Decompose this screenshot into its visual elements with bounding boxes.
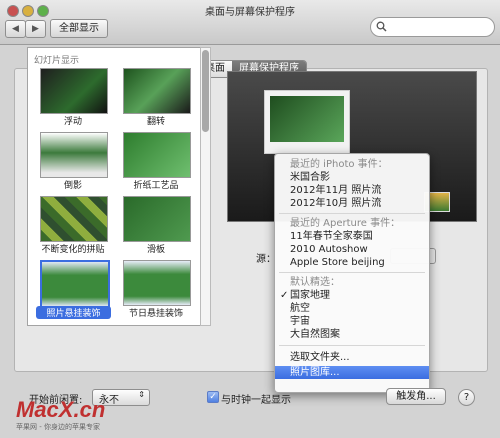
- show-clock-label[interactable]: 与时钟一起显示: [221, 391, 291, 406]
- menu-item-photo-library[interactable]: 照片图库...: [275, 366, 429, 379]
- watermark-tagline: 苹果网 - 你身边的苹果专家: [16, 423, 100, 431]
- popup-arrows-icon: ⇕: [138, 390, 145, 399]
- menu-item[interactable]: 航空: [275, 302, 429, 315]
- back-button[interactable]: ◀: [5, 20, 26, 38]
- menu-header-default: 默认精选：: [290, 277, 340, 288]
- show-all-button[interactable]: 全部显示: [50, 19, 108, 38]
- list-item-label[interactable]: 节日悬挂装饰: [114, 306, 198, 319]
- search-input[interactable]: [370, 17, 495, 37]
- menu-item-choose-folder[interactable]: 选取文件夹...: [275, 351, 429, 364]
- slideshow-list[interactable]: 幻灯片显示 浮动 翻转 倒影 折纸工艺品 不断变化的拼贴 滑板 照片悬挂装饰 节…: [27, 47, 202, 326]
- menu-item[interactable]: 2012年10月 照片流: [275, 197, 429, 210]
- list-item-thumbnail[interactable]: [40, 132, 108, 178]
- menu-item[interactable]: 米国合影: [275, 171, 429, 184]
- menu-item[interactable]: 2010 Autoshow: [275, 243, 429, 256]
- menu-item[interactable]: Apple Store beijing: [275, 256, 429, 269]
- menu-item[interactable]: 宇宙: [275, 315, 429, 328]
- watermark-logo: MacX.cn: [16, 397, 106, 422]
- list-item-thumbnail[interactable]: [40, 196, 108, 242]
- menu-header-iphoto: 最近的 iPhoto 事件：: [290, 159, 388, 170]
- list-item-label[interactable]: 翻转: [114, 114, 198, 127]
- checkmark-icon: ✓: [280, 290, 289, 301]
- source-dropdown-menu[interactable]: 最近的 iPhoto 事件： 米国合影 2012年11月 照片流 2012年10…: [274, 153, 430, 393]
- title-bar: 桌面与屏幕保护程序 ◀ ▶ 全部显示: [0, 0, 500, 45]
- list-item-label[interactable]: 倒影: [31, 178, 115, 191]
- list-item-label[interactable]: 滑板: [114, 242, 198, 255]
- window-title: 桌面与屏幕保护程序: [205, 7, 295, 18]
- list-item-thumbnail[interactable]: [40, 68, 108, 114]
- list-item-label[interactable]: 不断变化的拼贴: [31, 242, 115, 255]
- menu-separator: [279, 345, 425, 346]
- list-item-label[interactable]: 浮动: [31, 114, 115, 127]
- list-item-label-selected[interactable]: 照片悬挂装饰: [36, 306, 111, 319]
- menu-item[interactable]: 大自然图案: [275, 328, 429, 341]
- list-item-thumbnail[interactable]: [123, 196, 191, 242]
- menu-item-label: 国家地理: [290, 290, 330, 301]
- list-item-thumbnail[interactable]: [123, 132, 191, 178]
- list-item-thumbnail[interactable]: [123, 68, 191, 114]
- hot-corners-button[interactable]: 触发角...: [386, 388, 446, 405]
- list-header: 幻灯片显示: [34, 56, 80, 66]
- list-item-label[interactable]: 折纸工艺品: [114, 178, 198, 191]
- menu-item[interactable]: 11年春节全家泰国: [275, 230, 429, 243]
- search-icon: [376, 21, 387, 32]
- menu-item[interactable]: 2012年11月 照片流: [275, 184, 429, 197]
- show-clock-checkbox[interactable]: ✓: [207, 391, 219, 403]
- menu-separator: [279, 213, 425, 214]
- menu-separator: [279, 272, 425, 273]
- help-button[interactable]: ?: [458, 389, 475, 406]
- scrollbar-knob[interactable]: [202, 50, 209, 132]
- menu-header-aperture: 最近的 Aperture 事件：: [290, 218, 401, 229]
- menu-item-checked[interactable]: ✓ 国家地理: [275, 289, 429, 302]
- list-item-thumbnail[interactable]: [123, 260, 191, 306]
- list-item-thumbnail[interactable]: [40, 260, 110, 308]
- list-scrollbar[interactable]: [200, 47, 211, 326]
- preview-photo-frame: [264, 90, 350, 154]
- forward-button[interactable]: ▶: [25, 20, 46, 38]
- source-label: 源：: [256, 254, 276, 265]
